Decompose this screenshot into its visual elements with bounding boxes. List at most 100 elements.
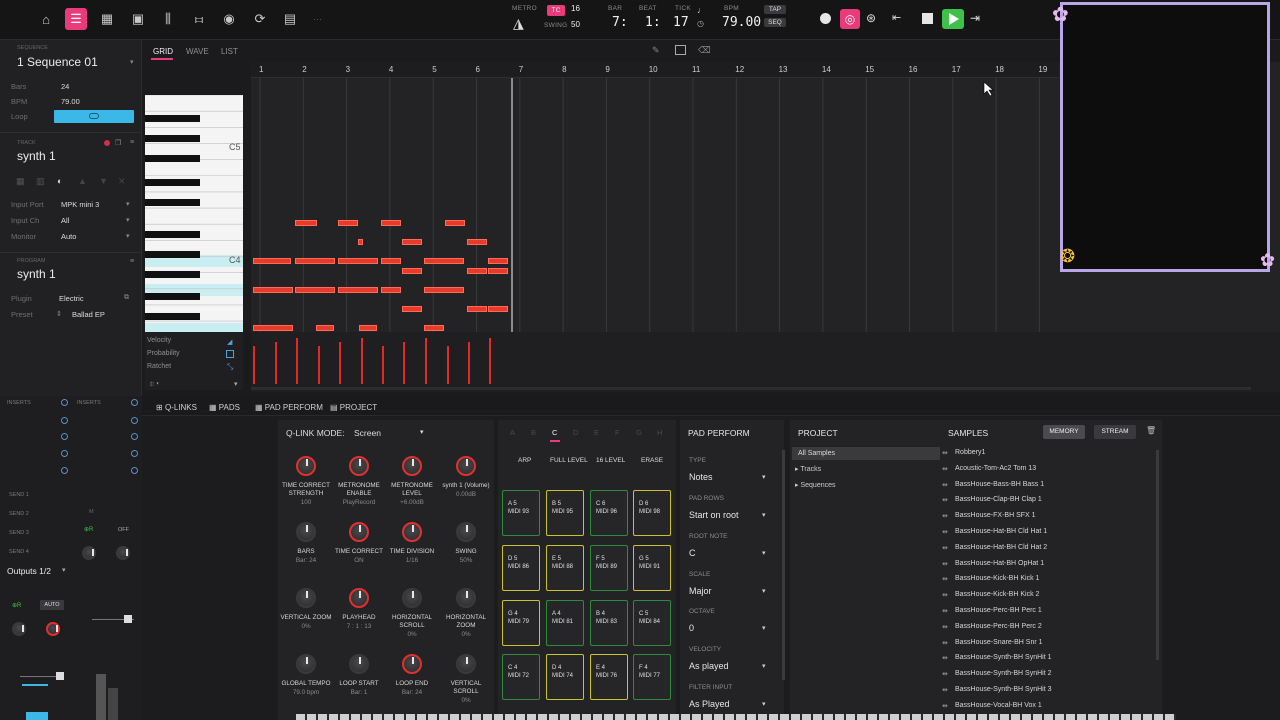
qlink-knob-3[interactable]: [402, 456, 422, 476]
ratchet-lane-icon[interactable]: ⤡: [227, 362, 233, 372]
pad-rows-dropdown-icon[interactable]: ▾: [762, 511, 766, 519]
velocity-bar[interactable]: [318, 346, 320, 384]
mode-icon-3[interactable]: ◐: [57, 176, 62, 186]
beat-value[interactable]: 1:: [645, 15, 661, 30]
bpm-row[interactable]: BPM 79.00: [0, 95, 142, 109]
qlink-knob-1[interactable]: [296, 456, 316, 476]
scale-dropdown-icon[interactable]: ▾: [762, 587, 766, 595]
midi-note[interactable]: [381, 287, 401, 293]
metronome-icon[interactable]: ◮: [513, 15, 524, 32]
pad-6[interactable]: E 5 MIDI 88: [546, 545, 584, 591]
midi-note[interactable]: [381, 258, 401, 264]
midi-note[interactable]: [488, 268, 508, 274]
sample-item[interactable]: BassHouse-Perc-BH Perc 2: [955, 623, 1042, 630]
mute-label[interactable]: M: [89, 509, 94, 515]
qlink-mode-dropdown-icon[interactable]: ▾: [420, 428, 424, 436]
qlink-knob-5[interactable]: [296, 522, 316, 542]
insert-power-1[interactable]: [61, 399, 68, 406]
midi-note[interactable]: [253, 287, 293, 293]
velocity-bar[interactable]: [382, 346, 384, 384]
erase-button[interactable]: ERASE: [641, 457, 663, 464]
insert-slot-2a[interactable]: [131, 417, 138, 424]
qlink-knob-8[interactable]: [456, 522, 476, 542]
piano-roll-icon[interactable]: ☰: [65, 8, 87, 30]
midi-note[interactable]: [424, 325, 444, 331]
scale-value[interactable]: Major: [689, 586, 712, 596]
sample-item[interactable]: BassHouse-Synth-BH SynHit 3: [955, 686, 1051, 693]
velocity-bar[interactable]: [468, 342, 470, 384]
pan-knob-1[interactable]: [12, 622, 26, 636]
lane-ratchet[interactable]: Ratchet: [147, 363, 171, 370]
preset-row[interactable]: Preset Ballad EP ⇕: [0, 308, 142, 322]
ruler-bar-12[interactable]: 12: [735, 65, 744, 74]
off-button[interactable]: OFF: [118, 527, 129, 533]
pad-1[interactable]: A 5 MIDI 93: [502, 490, 540, 536]
mode-icon-6[interactable]: ✕: [118, 176, 126, 187]
insert-power-2[interactable]: [131, 399, 138, 406]
velocity-bar[interactable]: [253, 346, 255, 384]
ruler-bar-9[interactable]: 9: [605, 65, 609, 74]
probability-lane-icon[interactable]: [226, 350, 234, 358]
ruler-bar-19[interactable]: 19: [1038, 65, 1047, 74]
pad-13[interactable]: C 4 MIDI 72: [502, 654, 540, 700]
pad-5[interactable]: D 5 MIDI 86: [502, 545, 540, 591]
midi-note[interactable]: [488, 306, 508, 312]
pan-knob-3[interactable]: [116, 546, 130, 560]
track-copy-icon[interactable]: ❐: [115, 139, 121, 147]
step-icon[interactable]: ▣: [127, 8, 149, 30]
lane-probability[interactable]: Probability: [147, 350, 180, 357]
tab-wave[interactable]: WAVE: [186, 47, 209, 56]
velocity-bar[interactable]: [361, 338, 363, 384]
qlink-knob-15[interactable]: [402, 654, 422, 674]
tab-pads[interactable]: ▦ PADS: [209, 403, 240, 412]
ruler-bar-16[interactable]: 16: [909, 65, 918, 74]
midi-note[interactable]: [358, 239, 363, 245]
sample-item[interactable]: BassHouse-Bass-BH Bass 1: [955, 481, 1044, 488]
input-port-row[interactable]: Input Port MPK mini 3 ▾: [0, 198, 142, 212]
record-circle-icon[interactable]: ◉: [218, 8, 240, 30]
midi-note[interactable]: [359, 325, 377, 331]
ruler-bar-13[interactable]: 13: [779, 65, 788, 74]
mode-icon-2[interactable]: ▥: [36, 176, 45, 187]
qlink-knob-16[interactable]: [456, 654, 476, 674]
velocity-value[interactable]: As played: [689, 661, 729, 671]
qlink-knob-12[interactable]: [456, 588, 476, 608]
ruler-bar-8[interactable]: 8: [562, 65, 566, 74]
sample-item[interactable]: Robbery1: [955, 449, 985, 456]
program-name[interactable]: synth 1: [17, 267, 56, 281]
tick-value[interactable]: 17: [673, 15, 689, 30]
velocity-bar[interactable]: [275, 342, 277, 384]
read-button-2[interactable]: ⊕R: [12, 602, 21, 609]
sixteen-level-button[interactable]: 16 LEVEL: [596, 457, 625, 464]
ruler-bar-4[interactable]: 4: [389, 65, 393, 74]
midi-note[interactable]: [316, 325, 334, 331]
tree-sequences[interactable]: ▸ Sequences: [795, 481, 836, 489]
filter-input-dropdown-icon[interactable]: ▾: [762, 700, 766, 708]
home-icon[interactable]: ⌂: [35, 8, 57, 30]
sample-item[interactable]: BassHouse-Perc-BH Perc 1: [955, 607, 1042, 614]
bpm-value[interactable]: 79.00: [722, 15, 761, 30]
browser-icon[interactable]: ▤: [279, 8, 301, 30]
mode-icon-5[interactable]: ▼: [99, 176, 108, 186]
midi-note[interactable]: [253, 325, 293, 331]
pad-3[interactable]: C 6 MIDI 96: [590, 490, 628, 536]
sample-item[interactable]: BassHouse-Vocal-BH Vox 1: [955, 702, 1042, 709]
stream-button[interactable]: STREAM: [1094, 425, 1136, 439]
velocity-bar[interactable]: [296, 338, 298, 384]
velocity-lane-icon[interactable]: ◢: [227, 338, 232, 346]
seq-button[interactable]: SEQ: [764, 18, 786, 27]
tab-list[interactable]: LIST: [221, 47, 238, 56]
select-icon[interactable]: [675, 45, 686, 55]
midi-note[interactable]: [295, 258, 335, 264]
sample-item[interactable]: BassHouse-Snare-BH Snr 1: [955, 639, 1043, 646]
ruler-bar-18[interactable]: 18: [995, 65, 1004, 74]
qlink-knob-4[interactable]: [456, 456, 476, 476]
sample-item[interactable]: BassHouse-Clap-BH Clap 1: [955, 496, 1042, 503]
insert-slot-2d[interactable]: [131, 467, 138, 474]
sample-item[interactable]: BassHouse-Synth-BH SynHit 1: [955, 654, 1051, 661]
qlink-knob-10[interactable]: [349, 588, 369, 608]
insert-slot-2b[interactable]: [131, 433, 138, 440]
bars-row[interactable]: Bars 24: [0, 80, 142, 94]
track-record-arm[interactable]: [104, 140, 110, 146]
mode-icon-4[interactable]: ▲: [78, 176, 87, 186]
